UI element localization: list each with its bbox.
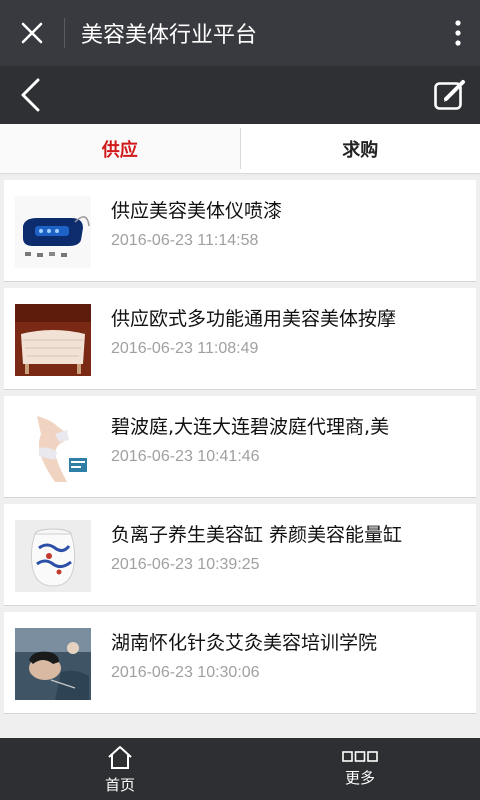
- title-bar: 美容美体行业平台: [0, 0, 480, 66]
- chevron-left-icon: [21, 78, 40, 112]
- item-date: 2016-06-23 11:14:58: [111, 232, 259, 249]
- nav-bar: [0, 66, 480, 124]
- item-title: 负离子养生美容缸 养颜美容能量缸: [111, 524, 403, 546]
- close-button[interactable]: [0, 0, 64, 66]
- body-model-image: [15, 412, 91, 484]
- list-item[interactable]: 供应美容美体仪喷漆 2016-06-23 11:14:58: [4, 180, 476, 282]
- list-item[interactable]: 供应欧式多功能通用美容美体按摩 2016-06-23 11:08:49: [4, 288, 476, 390]
- item-title: 供应美容美体仪喷漆: [111, 200, 283, 222]
- tab-bar: 供应 求购: [0, 124, 480, 174]
- bottom-nav: 首页 更多: [0, 738, 480, 800]
- close-icon: [21, 22, 43, 44]
- tab-supply[interactable]: 供应: [0, 124, 240, 173]
- item-date: 2016-06-23 10:41:46: [111, 448, 260, 465]
- vertical-dots-icon: [455, 20, 461, 46]
- acupuncture-image: [15, 628, 91, 700]
- app-title: 美容美体行业平台: [81, 23, 258, 48]
- item-title: 供应欧式多功能通用美容美体按摩: [111, 308, 397, 330]
- item-date: 2016-06-23 11:08:49: [111, 340, 259, 357]
- list-item[interactable]: 负离子养生美容缸 养颜美容能量缸 2016-06-23 10:39:25: [4, 504, 476, 606]
- porcelain-jar-image: [15, 520, 91, 592]
- tab-purchase[interactable]: 求购: [241, 124, 480, 173]
- more-menu-button[interactable]: [436, 0, 480, 66]
- supply-list: 供应美容美体仪喷漆 2016-06-23 11:14:58 供应欧式多功能通用美…: [0, 176, 480, 738]
- nav-home-label: 首页: [104, 775, 135, 794]
- home-icon: [108, 745, 132, 769]
- item-date: 2016-06-23 10:30:06: [111, 664, 260, 681]
- back-button[interactable]: [0, 66, 60, 124]
- list-item[interactable]: 碧波庭,大连大连碧波庭代理商,美 2016-06-23 10:41:46: [4, 396, 476, 498]
- nav-more[interactable]: 更多: [240, 738, 480, 800]
- item-date: 2016-06-23 10:39:25: [111, 556, 260, 573]
- massage-bed-image: [15, 304, 91, 376]
- item-title: 碧波庭,大连大连碧波庭代理商,美: [111, 416, 390, 438]
- edit-button[interactable]: [420, 66, 480, 124]
- nav-more-label: 更多: [344, 768, 375, 787]
- nav-home[interactable]: 首页: [0, 738, 240, 800]
- edit-icon: [434, 80, 465, 110]
- list-item[interactable]: 湖南怀化针灸艾灸美容培训学院 2016-06-23 10:30:06: [4, 612, 476, 714]
- item-title: 湖南怀化针灸艾灸美容培训学院: [111, 632, 378, 654]
- more-squares-icon: [342, 750, 378, 762]
- beauty-device-image: [15, 196, 91, 268]
